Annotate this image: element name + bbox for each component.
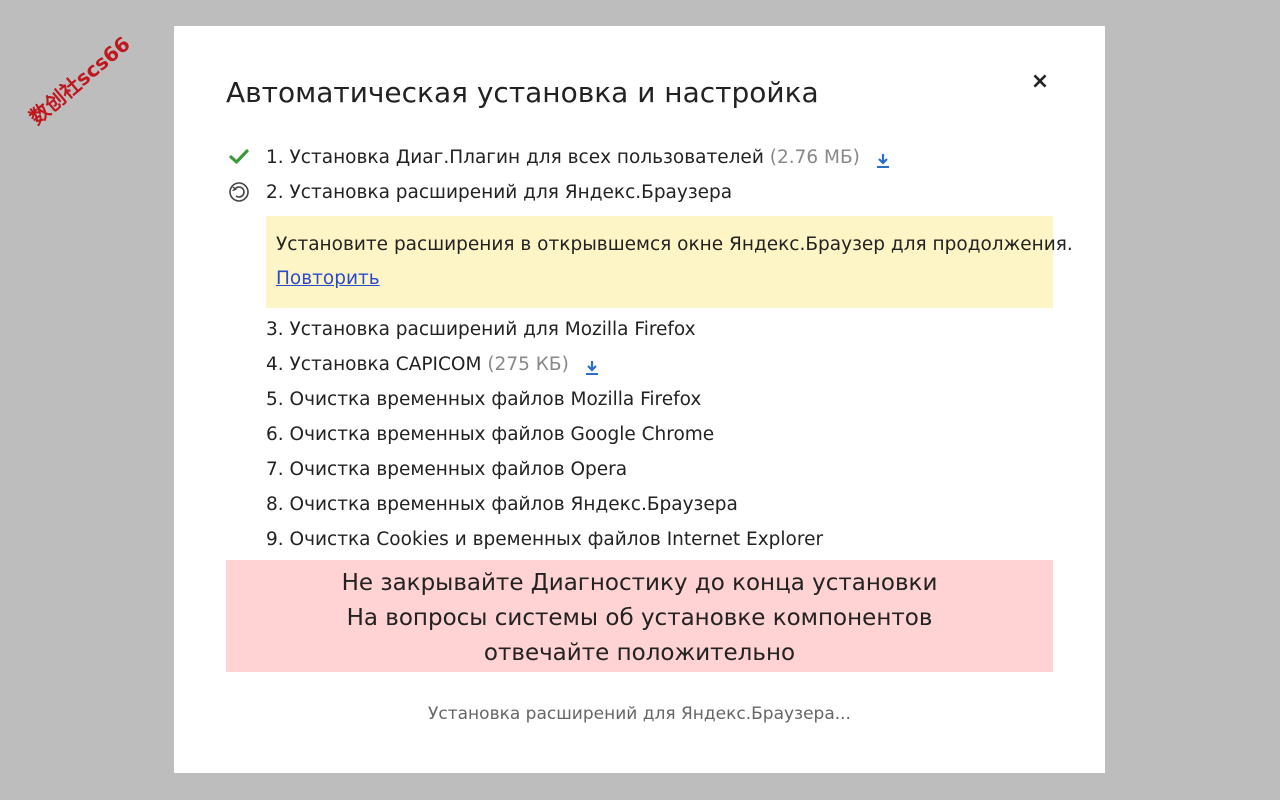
check-icon bbox=[228, 146, 250, 168]
step-label: 7. Очистка временных файлов Opera bbox=[266, 459, 628, 480]
step-label: 2. Установка расширений для Яндекс.Брауз… bbox=[266, 182, 733, 203]
step-item: 6. Очистка временных файлов Google Chrom… bbox=[226, 421, 1056, 456]
step-size: (275 КБ) bbox=[487, 354, 569, 375]
step-item: 3. Установка расширений для Mozilla Fire… bbox=[226, 316, 1056, 351]
install-dialog: Автоматическая установка и настройка × 1… bbox=[174, 26, 1105, 773]
status-text: Установка расширений для Яндекс.Браузера… bbox=[428, 704, 851, 724]
warning-line: На вопросы системы об установке компонен… bbox=[346, 605, 933, 631]
step-label: 9. Очистка Cookies и временных файлов In… bbox=[266, 529, 824, 550]
close-button[interactable]: × bbox=[1028, 70, 1052, 94]
warning-line: отвечайте положительно bbox=[483, 640, 796, 666]
step-label: 3. Установка расширений для Mozilla Fire… bbox=[266, 319, 696, 340]
step-item: 7. Очистка временных файлов Opera bbox=[226, 456, 1056, 491]
step-label: 8. Очистка временных файлов Яндекс.Брауз… bbox=[266, 494, 738, 515]
retry-link[interactable]: Повторить bbox=[276, 268, 380, 289]
step-item: 2. Установка расширений для Яндекс.Брауз… bbox=[226, 179, 1056, 214]
warning-box: Не закрывайте Диагностику до конца устан… bbox=[226, 560, 1053, 672]
step-item: 9. Очистка Cookies и временных файлов In… bbox=[226, 526, 1056, 561]
loading-icon bbox=[228, 181, 250, 203]
dialog-title: Автоматическая установка и настройка bbox=[226, 76, 819, 109]
step-label: 6. Очистка временных файлов Google Chrom… bbox=[266, 424, 715, 445]
step-label: 4. Установка CAPICOM bbox=[266, 354, 482, 375]
step-item: 1. Установка Диаг.Плагин для всех пользо… bbox=[226, 144, 1056, 179]
download-icon[interactable] bbox=[585, 357, 599, 375]
steps-list: 1. Установка Диаг.Плагин для всех пользо… bbox=[226, 144, 1073, 561]
watermark: 数创社scs66 bbox=[24, 31, 135, 130]
step-item: 5. Очистка временных файлов Mozilla Fire… bbox=[226, 386, 1056, 421]
download-icon[interactable] bbox=[876, 150, 890, 168]
notice-message: Установите расширения в открывшемся окне… bbox=[276, 234, 1073, 255]
step-size: (2.76 МБ) bbox=[769, 147, 860, 168]
step-item: 4. Установка CAPICOM (275 КБ) bbox=[226, 351, 1056, 386]
step-item: 8. Очистка временных файлов Яндекс.Брауз… bbox=[226, 491, 1056, 526]
step-label: 1. Установка Диаг.Плагин для всех пользо… bbox=[266, 147, 764, 168]
extension-notice: Установите расширения в открывшемся окне… bbox=[266, 216, 1073, 308]
warning-line: Не закрывайте Диагностику до конца устан… bbox=[341, 570, 938, 596]
step-label: 5. Очистка временных файлов Mozilla Fire… bbox=[266, 389, 702, 410]
